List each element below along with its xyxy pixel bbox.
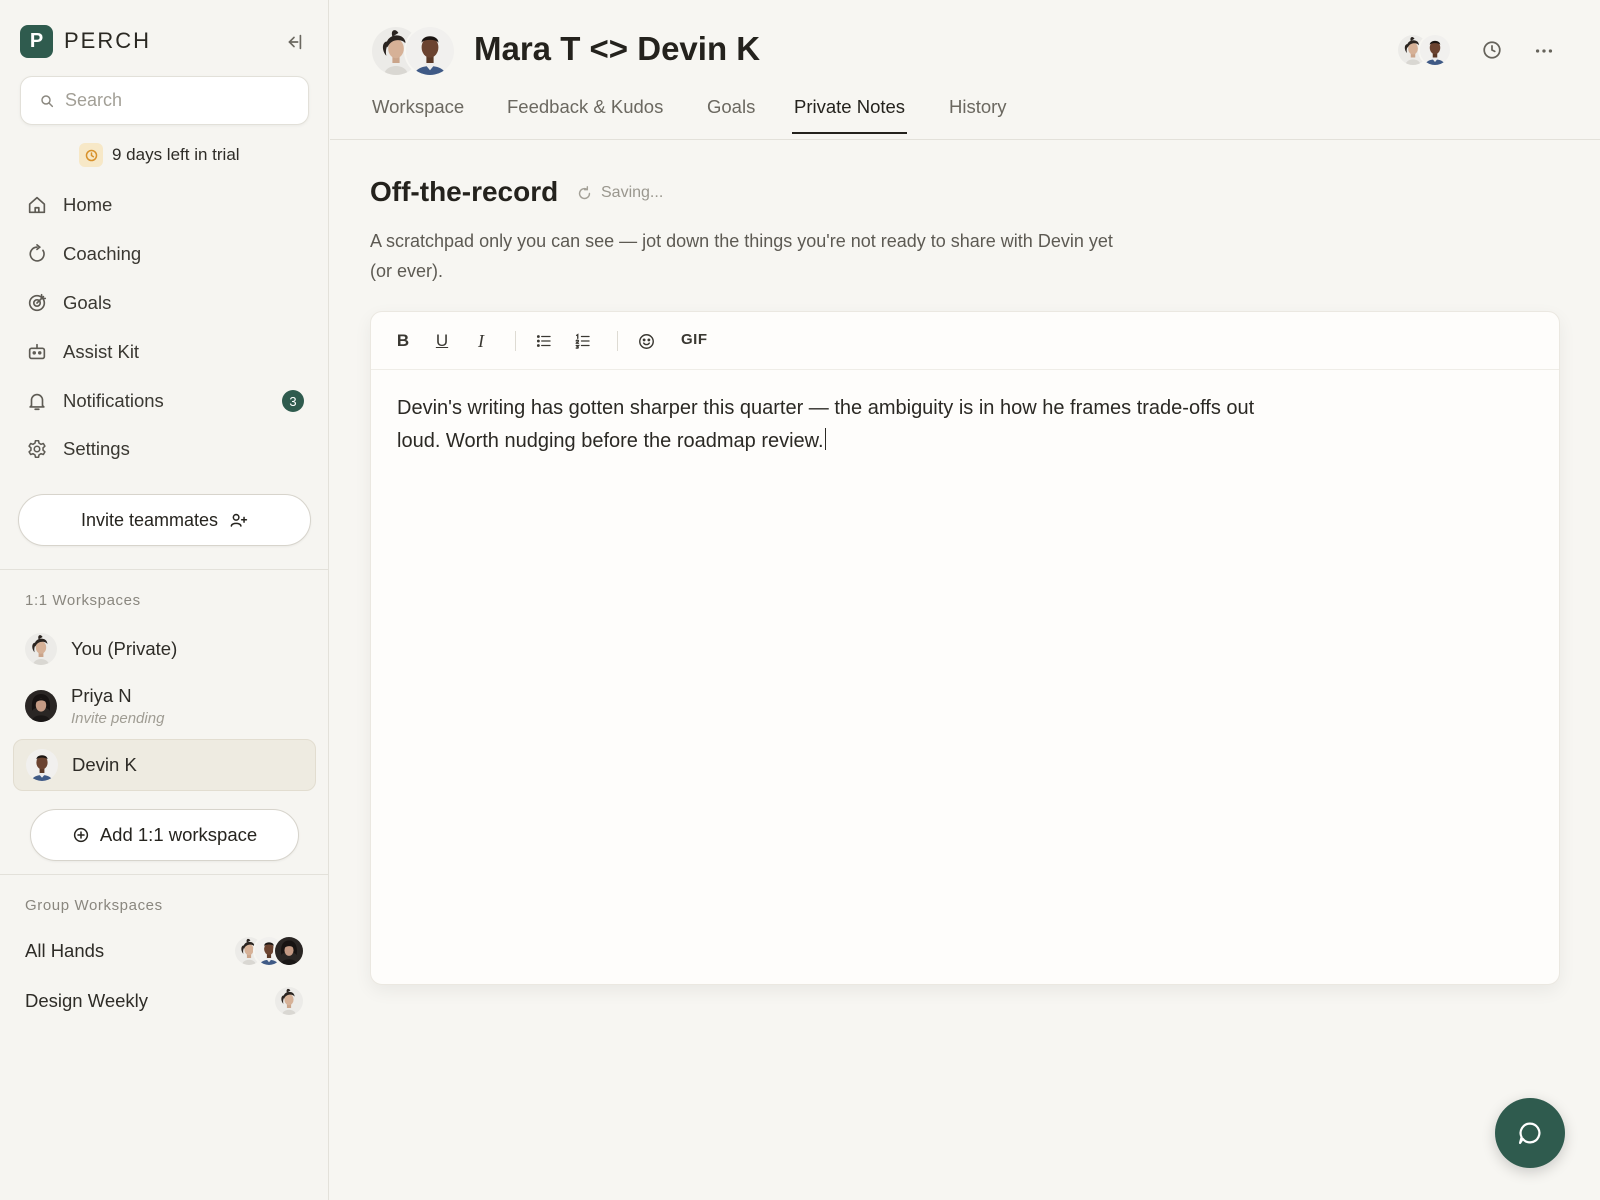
- bullet-list-icon[interactable]: [534, 331, 554, 351]
- brand-logo: P: [20, 24, 53, 58]
- bold-button[interactable]: B: [393, 331, 413, 351]
- nav-item-coaching[interactable]: Coaching: [14, 230, 315, 279]
- workspace-item-priya-n[interactable]: Priya N Invite pending: [13, 681, 316, 731]
- brand[interactable]: P PERCH: [20, 24, 151, 58]
- nav-label: Assist Kit: [63, 340, 140, 362]
- sidebar-divider: [0, 874, 329, 875]
- more-options-icon[interactable]: [1533, 40, 1555, 62]
- tab-goals[interactable]: Goals: [707, 96, 755, 132]
- notes-body-textarea[interactable]: Devin's writing has gotten sharper this …: [397, 392, 1297, 458]
- gear-icon: [26, 438, 48, 460]
- participants-avatars[interactable]: [1396, 33, 1452, 67]
- nav-label: Coaching: [63, 243, 142, 265]
- invite-teammates-label: Invite teammates: [80, 509, 219, 530]
- avatar: [404, 25, 456, 77]
- plus-circle-icon: [72, 826, 90, 844]
- avatar: [25, 690, 57, 722]
- trial-banner[interactable]: 9 days left in trial: [79, 143, 240, 167]
- add-workspace-button[interactable]: Add 1:1 workspace: [30, 809, 299, 861]
- notes-title: Off-the-record: [370, 176, 559, 207]
- numbered-list-icon[interactable]: [573, 331, 593, 351]
- nav-item-goals[interactable]: Goals: [14, 279, 315, 328]
- one-on-one-section-label: 1:1 Workspaces: [25, 592, 141, 609]
- clock-icon: [79, 143, 103, 167]
- sidebar: P PERCH 9 days left in trial: [0, 0, 329, 1200]
- page-title: Mara T <> Devin K: [474, 30, 761, 67]
- workspace-name: Priya N: [71, 685, 132, 706]
- workspace-name: You (Private): [71, 638, 178, 659]
- editor-toolbar: B U I GIF: [371, 312, 1559, 370]
- member-avatars: [233, 935, 305, 967]
- tab-history[interactable]: History: [949, 96, 1007, 132]
- emoji-icon[interactable]: [636, 331, 656, 351]
- saving-text: Saving...: [601, 184, 664, 201]
- search-input[interactable]: [65, 90, 295, 111]
- notes-editor: B U I GIF Devin's writing has gotten sha…: [370, 311, 1560, 985]
- workspace-name: Devin K: [72, 754, 137, 775]
- avatar: [273, 985, 305, 1017]
- avatar: [273, 935, 305, 967]
- notes-description: A scratchpad only you can see — jot down…: [370, 231, 1113, 281]
- sync-icon: [576, 185, 593, 202]
- main-nav: Home Coaching Goals Assist Kit Notificat…: [14, 181, 315, 474]
- workspace-item-devin-k[interactable]: Devin K: [13, 739, 316, 791]
- gif-button[interactable]: GIF: [681, 331, 708, 348]
- avatar: [1418, 33, 1452, 67]
- bell-icon: [26, 390, 48, 412]
- toolbar-separator: [515, 331, 516, 351]
- target-icon: [26, 292, 48, 314]
- workspace-item-you-private[interactable]: You (Private): [13, 628, 316, 670]
- nav-label: Settings: [63, 438, 130, 460]
- search-box[interactable]: [20, 76, 309, 125]
- user-plus-icon: [229, 511, 248, 530]
- nav-item-settings[interactable]: Settings: [14, 425, 315, 474]
- history-clock-icon[interactable]: [1481, 39, 1503, 61]
- nav-item-home[interactable]: Home: [14, 181, 315, 230]
- search-icon: [39, 93, 55, 109]
- invite-teammates-button[interactable]: Invite teammates: [18, 494, 311, 546]
- chat-support-button[interactable]: [1495, 1098, 1565, 1168]
- group-name: All Hands: [25, 940, 105, 961]
- saving-status: Saving...: [576, 184, 663, 202]
- text-caret: [824, 428, 826, 450]
- workspace-status: Invite pending: [71, 710, 165, 727]
- notification-count-badge: 3: [282, 390, 304, 413]
- group-item-all-hands[interactable]: All Hands: [25, 931, 305, 971]
- collapse-sidebar-icon[interactable]: [283, 31, 305, 53]
- nav-label: Goals: [63, 291, 112, 313]
- chat-bubble-icon: [1516, 1119, 1544, 1147]
- underline-button[interactable]: U: [432, 331, 452, 351]
- home-icon: [26, 194, 48, 216]
- avatar: [26, 749, 58, 781]
- group-section-label: Group Workspaces: [25, 897, 163, 914]
- avatar: [25, 633, 57, 665]
- sidebar-divider: [0, 569, 329, 570]
- group-name: Design Weekly: [25, 990, 149, 1011]
- tab-bar: Workspace Feedback & Kudos Goals Private…: [330, 90, 1600, 140]
- member-avatars: [273, 985, 305, 1017]
- nav-label: Notifications: [63, 389, 164, 411]
- italic-button[interactable]: I: [471, 331, 491, 351]
- header-avatars: [370, 25, 456, 77]
- nav-item-notifications[interactable]: Notifications 3: [14, 376, 315, 425]
- refresh-icon: [26, 243, 48, 265]
- group-item-design-weekly[interactable]: Design Weekly: [25, 981, 305, 1021]
- nav-item-assist-kit[interactable]: Assist Kit: [14, 327, 315, 376]
- tab-feedback-kudos[interactable]: Feedback & Kudos: [507, 96, 663, 132]
- toolbar-separator: [617, 331, 618, 351]
- tab-private-notes[interactable]: Private Notes: [792, 96, 908, 134]
- add-workspace-label: Add 1:1 workspace: [99, 824, 258, 845]
- notes-body-text: Devin's writing has gotten sharper this …: [397, 397, 1255, 452]
- brand-name: PERCH: [64, 28, 152, 53]
- nav-label: Home: [63, 194, 113, 216]
- robot-icon: [26, 341, 48, 363]
- trial-text: 9 days left in trial: [112, 145, 240, 164]
- tab-workspace[interactable]: Workspace: [372, 96, 464, 132]
- main-content: Mara T <> Devin K Workspace Feedback & K…: [330, 0, 1600, 1200]
